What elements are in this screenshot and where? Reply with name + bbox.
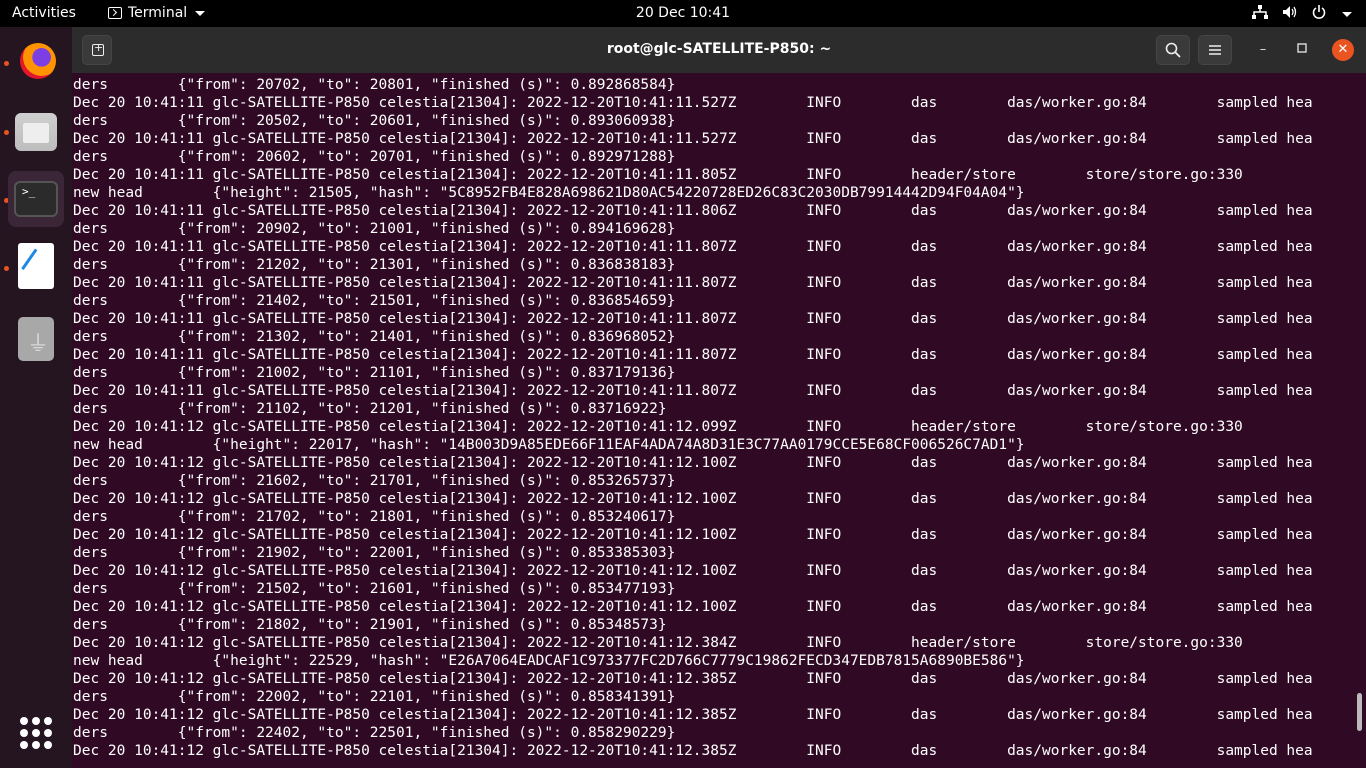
terminal-line: ders {"from": 21602, "to": 21701, "finis… (73, 473, 676, 489)
terminal-line: ders {"from": 20602, "to": 20701, "finis… (73, 149, 676, 165)
terminal-icon (108, 7, 122, 19)
system-menu-chevron-icon[interactable] (1342, 11, 1352, 17)
terminal-line: Dec 20 10:41:12 glc-SATELLITE-P850 celes… (73, 491, 1313, 507)
dock: >_ (0, 27, 72, 768)
terminal-line: Dec 20 10:41:11 glc-SATELLITE-P850 celes… (73, 383, 1313, 399)
terminal-line: Dec 20 10:41:11 glc-SATELLITE-P850 celes… (73, 239, 1313, 255)
terminal-line: new head {"height": 22017, "hash": "14B0… (73, 437, 1025, 453)
close-button[interactable]: ✕ (1332, 39, 1354, 61)
search-button[interactable] (1156, 35, 1190, 65)
volume-icon[interactable] (1282, 5, 1298, 23)
terminal-line: Dec 20 10:41:11 glc-SATELLITE-P850 celes… (73, 311, 1313, 327)
terminal-line: Dec 20 10:41:12 glc-SATELLITE-P850 celes… (73, 527, 1313, 543)
terminal-line: Dec 20 10:41:11 glc-SATELLITE-P850 celes… (73, 167, 1243, 183)
terminal-line: ders {"from": 21202, "to": 21301, "finis… (73, 257, 676, 273)
terminal-line: Dec 20 10:41:12 glc-SATELLITE-P850 celes… (73, 419, 1243, 435)
terminal-line: Dec 20 10:41:12 glc-SATELLITE-P850 celes… (73, 671, 1313, 687)
terminal-line: Dec 20 10:41:12 glc-SATELLITE-P850 celes… (73, 707, 1313, 723)
maximize-icon (1297, 43, 1307, 53)
window-header: root@glc-SATELLITE-P850: ~ – ✕ (72, 27, 1366, 73)
power-icon[interactable] (1312, 5, 1326, 23)
terminal-line: ders {"from": 20902, "to": 21001, "finis… (73, 221, 676, 237)
terminal-output[interactable]: ders {"from": 20702, "to": 20801, "finis… (72, 73, 1366, 768)
terminal-line: new head {"height": 22529, "hash": "E26A… (73, 653, 1025, 669)
network-icon[interactable] (1252, 5, 1268, 23)
terminal-line: Dec 20 10:41:11 glc-SATELLITE-P850 celes… (73, 95, 1313, 111)
terminal-line: Dec 20 10:41:11 glc-SATELLITE-P850 celes… (73, 347, 1313, 363)
dock-usb-drive[interactable] (8, 311, 64, 367)
scrollbar-thumb[interactable] (1357, 693, 1362, 731)
terminal-line: new head {"height": 21505, "hash": "5C89… (73, 185, 1025, 201)
terminal-line: ders {"from": 21402, "to": 21501, "finis… (73, 293, 676, 309)
maximize-button[interactable] (1291, 39, 1313, 61)
terminal-line: ders {"from": 21002, "to": 21101, "finis… (73, 365, 676, 381)
terminal-line: ders {"from": 21902, "to": 22001, "finis… (73, 545, 676, 561)
terminal-line: Dec 20 10:41:11 glc-SATELLITE-P850 celes… (73, 131, 1313, 147)
terminal-line: Dec 20 10:41:12 glc-SATELLITE-P850 celes… (73, 563, 1313, 579)
terminal-line: Dec 20 10:41:12 glc-SATELLITE-P850 celes… (73, 743, 1313, 759)
activities-button[interactable]: Activities (12, 5, 76, 21)
dock-text-editor[interactable] (8, 239, 64, 295)
show-applications-icon[interactable] (20, 717, 52, 749)
top-bar: Activities Terminal 20 Dec 10:41 (0, 0, 1366, 27)
chevron-down-icon (195, 10, 206, 16)
terminal-line: ders {"from": 21502, "to": 21601, "finis… (73, 581, 676, 597)
terminal-line: ders {"from": 21302, "to": 21401, "finis… (73, 329, 676, 345)
terminal-line: ders {"from": 20502, "to": 20601, "finis… (73, 113, 676, 129)
terminal-line: ders {"from": 22002, "to": 22101, "finis… (73, 689, 676, 705)
terminal-line: ders {"from": 22402, "to": 22501, "finis… (73, 725, 676, 741)
terminal-line: ders {"from": 21102, "to": 21201, "finis… (73, 401, 667, 417)
system-tray[interactable] (1252, 5, 1352, 23)
usb-drive-icon (18, 317, 54, 361)
terminal-line: ders {"from": 21702, "to": 21801, "finis… (73, 509, 676, 525)
terminal-line: Dec 20 10:41:11 glc-SATELLITE-P850 celes… (73, 203, 1313, 219)
terminal-app-icon: >_ (14, 181, 58, 217)
terminal-lines: ders {"from": 20702, "to": 20801, "finis… (73, 76, 1313, 760)
app-menu-label: Terminal (128, 5, 188, 21)
menu-button[interactable] (1198, 35, 1232, 65)
terminal-line: Dec 20 10:41:12 glc-SATELLITE-P850 celes… (73, 455, 1313, 471)
hamburger-icon (1209, 45, 1221, 55)
firefox-icon (20, 43, 56, 79)
dock-terminal[interactable]: >_ (8, 171, 64, 227)
search-icon (1165, 42, 1181, 58)
app-menu[interactable]: Terminal (108, 5, 206, 21)
dock-firefox[interactable] (8, 33, 64, 89)
minimize-button[interactable]: – (1252, 39, 1274, 61)
terminal-line: Dec 20 10:41:12 glc-SATELLITE-P850 celes… (73, 599, 1313, 615)
terminal-line: Dec 20 10:41:12 glc-SATELLITE-P850 celes… (73, 635, 1243, 651)
dock-files[interactable] (8, 103, 64, 159)
files-icon (15, 113, 57, 151)
text-editor-icon (18, 243, 54, 289)
terminal-line: ders {"from": 20702, "to": 20801, "finis… (73, 77, 676, 93)
terminal-line: ders {"from": 21802, "to": 21901, "finis… (73, 617, 667, 633)
terminal-line: Dec 20 10:41:11 glc-SATELLITE-P850 celes… (73, 275, 1313, 291)
